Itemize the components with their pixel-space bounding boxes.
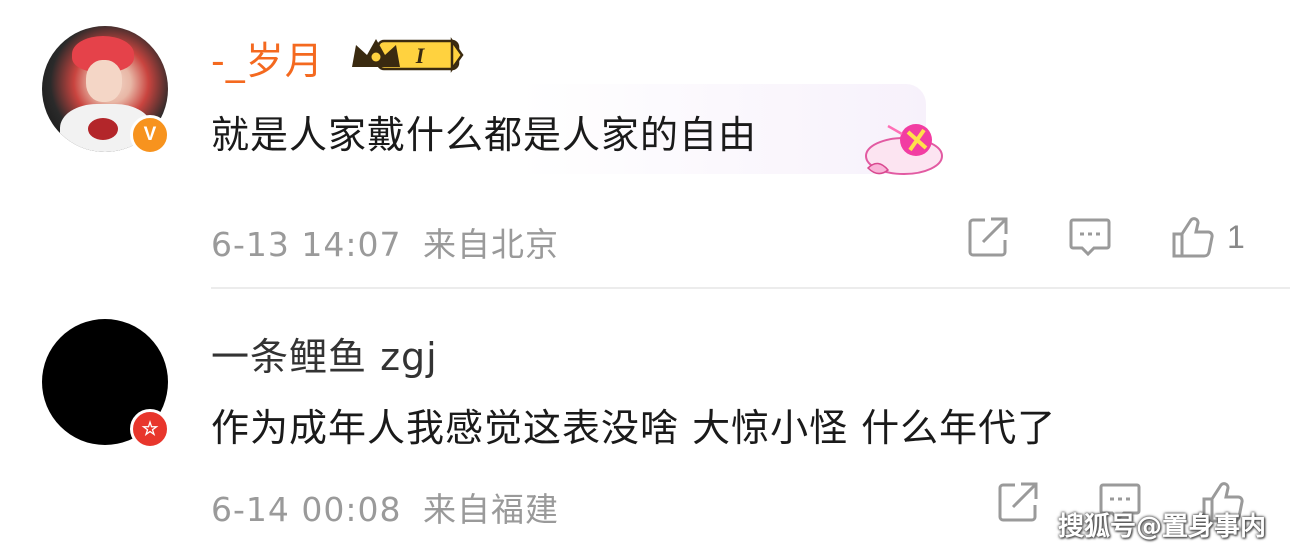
like-icon[interactable] — [1169, 214, 1215, 260]
comment-location: 来自福建 — [423, 490, 559, 529]
comment-text: 就是人家戴什么都是人家的自由 — [211, 113, 758, 157]
comment-item-1: V -_岁月 I 就是人家戴什么都是人家的自由 6-13 14:07 来自北京 — [0, 0, 1290, 288]
watermark: 搜狐号@置身事内 — [1058, 512, 1267, 542]
member-star-badge-icon: ☆ — [130, 409, 170, 449]
comment-timestamp: 6-13 14:07 — [211, 225, 402, 264]
bubble-sticker-icon — [865, 124, 943, 175]
comment-icon[interactable] — [1067, 214, 1113, 260]
like-count: 1 — [1227, 218, 1245, 255]
level-tag-text: I — [415, 43, 426, 68]
avatar-shirt-stain — [88, 118, 118, 140]
comment-timestamp: 6-14 00:08 — [211, 490, 402, 529]
share-icon[interactable] — [995, 479, 1041, 525]
username[interactable]: -_岁月 — [211, 30, 324, 85]
comment-location: 来自北京 — [423, 225, 559, 264]
verified-badge-icon: V — [130, 115, 170, 155]
username[interactable]: 一条鲤鱼 zgj — [211, 326, 438, 381]
crown-level-badge-icon: I — [352, 37, 464, 73]
share-icon[interactable] — [965, 214, 1011, 260]
comment-meta: 6-13 14:07 来自北京 — [211, 218, 559, 266]
comment-actions: 1 — [965, 214, 1245, 260]
avatar-face — [86, 60, 122, 102]
comment-text: 作为成年人我感觉这表没啥 大惊小怪 什么年代了 — [211, 406, 1057, 450]
comment-meta: 6-14 00:08 来自福建 — [211, 483, 559, 531]
